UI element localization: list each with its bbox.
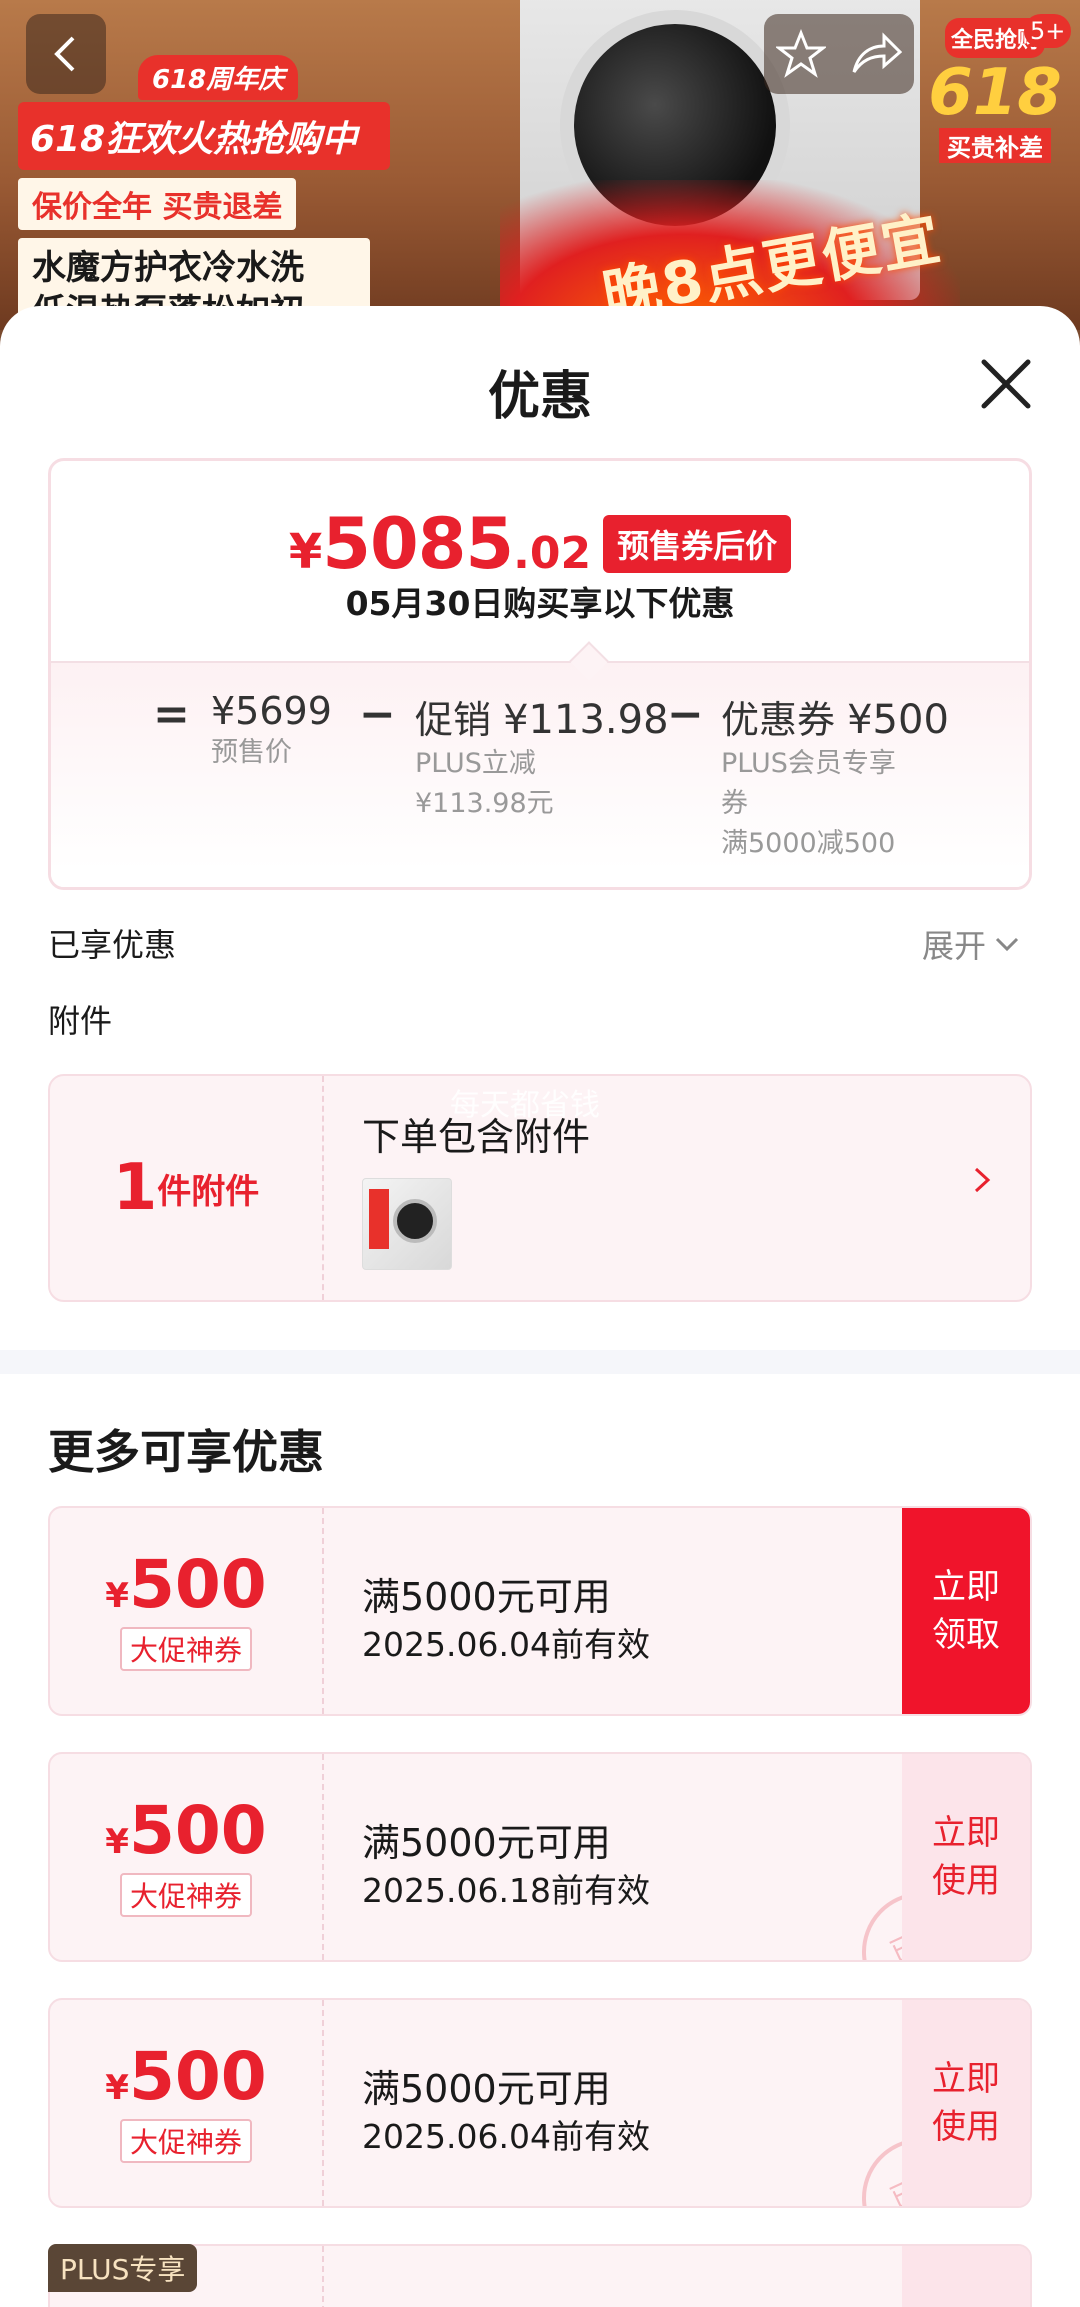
price-card: ¥ 5085 .02 预售券后价 05月30日购买享以下优惠 = ¥5699 预… bbox=[48, 458, 1032, 890]
star-icon[interactable] bbox=[776, 29, 826, 79]
chevron-right-icon[interactable] bbox=[972, 1160, 992, 1204]
equals-sign: = bbox=[153, 689, 190, 740]
coupon-currency: ¥ bbox=[105, 1576, 129, 1616]
accessory-title: 下单包含附件 bbox=[362, 1115, 591, 1159]
coupon-sub-1: PLUS会员专享 bbox=[721, 748, 896, 779]
discount-sheet: 优惠 ¥ 5085 .02 预售券后价 05月30日购买享以下优惠 = ¥569… bbox=[0, 306, 1080, 2307]
coupon-amount: ¥500 bbox=[847, 697, 949, 743]
minus-sign-2: − bbox=[667, 689, 704, 740]
presale-label: 预售价 bbox=[211, 737, 292, 768]
expand-label: 展开 bbox=[922, 927, 987, 965]
use-button-label: 立即使用 bbox=[932, 1813, 1000, 1901]
coupon-discount: 优惠券 ¥500 PLUS会员专享 券 满5000减500 bbox=[721, 689, 949, 864]
claim-button-label: 立即领取 bbox=[932, 1567, 1000, 1655]
final-price: ¥ 5085 .02 预售券后价 bbox=[51, 503, 1029, 585]
coupon-validity: 2025.06.04前有效 bbox=[362, 1625, 650, 1664]
coupon-amount-line: ¥500 bbox=[50, 1546, 322, 1623]
back-button[interactable] bbox=[26, 14, 106, 94]
coupon-currency: ¥ bbox=[105, 1822, 129, 1862]
coupon-value: ¥500 大促神券 bbox=[50, 1754, 324, 1960]
coupon-validity: 2025.06.18前有效 bbox=[362, 1871, 650, 1910]
expand-toggle[interactable]: 展开 bbox=[922, 921, 1020, 967]
coupon-condition: 满5000元可用 bbox=[362, 1821, 611, 1865]
event-618: 618 bbox=[928, 56, 1062, 130]
price-summary: ¥ 5085 .02 预售券后价 05月30日购买享以下优惠 bbox=[51, 461, 1029, 661]
promo-amount: ¥113.98 bbox=[503, 697, 669, 743]
price-integer: 5085 bbox=[322, 503, 514, 585]
use-button-label: 立即使用 bbox=[932, 2059, 1000, 2147]
accessory-thumbnail[interactable] bbox=[362, 1178, 452, 1270]
price-tag: 预售券后价 bbox=[603, 515, 792, 573]
promo-discount: 促销 ¥113.98 PLUS立减 ¥113.98元 bbox=[415, 689, 669, 824]
claim-coupon-button[interactable]: 立即领取 bbox=[902, 1508, 1030, 1714]
coupon-card: ¥500 大促神券 满5000元可用 2025.06.18前有效 已领 立即使用 bbox=[48, 1752, 1032, 1962]
coupon-sub-3: 满5000减500 bbox=[721, 828, 896, 859]
enjoyed-discounts-label: 已享优惠 bbox=[48, 926, 177, 964]
coupon-type-label: 大促神券 bbox=[119, 1873, 252, 1917]
price-description: 05月30日购买享以下优惠 bbox=[345, 584, 735, 623]
coupon-type-label: 大促神券 bbox=[119, 2119, 252, 2163]
use-coupon-button[interactable]: 立即使用 bbox=[902, 2000, 1030, 2206]
close-icon[interactable] bbox=[978, 356, 1034, 412]
action-group bbox=[764, 14, 914, 94]
accessory-unit: 件附件 bbox=[157, 1171, 260, 1212]
accessory-count: 1 件附件 bbox=[50, 1076, 324, 1300]
more-discounts-title: 更多可享优惠 bbox=[48, 1425, 324, 1479]
coupon-type-label: 大促神券 bbox=[119, 1627, 252, 1671]
coupon-currency: ¥ bbox=[105, 2068, 129, 2108]
coupon-amount: 500 bbox=[128, 2038, 267, 2115]
coupon-amount: 500 bbox=[128, 1792, 267, 1869]
chevron-down-icon bbox=[995, 937, 1019, 952]
coupon-condition: 满5000元可用 bbox=[362, 1575, 611, 1619]
coupon-condition: 满5000元可用 bbox=[362, 2067, 611, 2111]
promo-headline: 618狂欢火热抢购中 bbox=[18, 102, 390, 170]
coupon-amount-line: ¥500 bbox=[50, 2038, 322, 2115]
promo-sub-2: ¥113.98元 bbox=[415, 788, 554, 819]
promo-panel: 618周年庆 618狂欢火热抢购中 保价全年 买贵退差 水魔方护衣冷水洗 低温热… bbox=[18, 55, 390, 330]
section-divider bbox=[0, 1350, 1080, 1374]
presale-price: ¥5699 预售价 bbox=[211, 689, 332, 773]
coupon-value: ¥500 大促神券 bbox=[50, 2000, 324, 2206]
promo-sub-1: PLUS立减 bbox=[415, 748, 536, 779]
product-banner: 晚8点更便宜 618周年庆 618狂欢火热抢购中 保价全年 买贵退差 水魔方护衣… bbox=[0, 0, 1080, 330]
accessory-section-label: 附件 bbox=[48, 1002, 113, 1040]
coupon-label: 优惠券 bbox=[721, 698, 836, 742]
price-decimal: .02 bbox=[513, 528, 592, 579]
accessory-card[interactable]: 1 件附件 每天都省钱 下单包含附件 bbox=[48, 1074, 1032, 1302]
price-breakdown: = ¥5699 预售价 − 促销 ¥113.98 PLUS立减 ¥113.98元… bbox=[51, 661, 1029, 887]
promo-line: 促销 ¥113.98 bbox=[415, 689, 669, 744]
minus-sign-1: − bbox=[359, 689, 396, 740]
promo-label: 促销 bbox=[415, 698, 492, 742]
coupon-line: 优惠券 ¥500 bbox=[721, 689, 949, 744]
plus-exclusive-tag: PLUS专享 bbox=[48, 2244, 198, 2292]
coupon-value: ¥500 大促神券 bbox=[50, 1508, 324, 1714]
notification-badge: 5+ bbox=[1024, 14, 1072, 48]
back-icon bbox=[54, 36, 75, 72]
accessory-number: 1 bbox=[112, 1151, 158, 1225]
coupon-amount-line: ¥500 bbox=[50, 1792, 322, 1869]
event-line-3: 买贵补差 bbox=[939, 128, 1051, 163]
price-currency: ¥ bbox=[288, 524, 323, 580]
coupon-card: ¥500 大促神券 满5000元可用 2025.06.04前有效 已领 立即使用 bbox=[48, 1998, 1032, 2208]
anniversary-badge: 618周年庆 bbox=[138, 55, 299, 100]
use-coupon-button[interactable]: 立即使用 bbox=[902, 1754, 1030, 1960]
use-coupon-button[interactable] bbox=[902, 2246, 1030, 2307]
presale-amount: ¥5699 bbox=[211, 689, 332, 733]
sheet-title: 优惠 bbox=[487, 367, 592, 427]
coupon-card: ¥500 大促神券 满5000元可用 2025.06.04前有效 立即领取 bbox=[48, 1506, 1032, 1716]
coupon-amount: 500 bbox=[128, 1546, 267, 1623]
coupon-sub-2: 券 bbox=[721, 788, 748, 819]
coupon-validity: 2025.06.04前有效 bbox=[362, 2117, 650, 2156]
feature-line-1: 水魔方护衣冷水洗 bbox=[32, 248, 304, 288]
price-protection-text: 保价全年 买贵退差 bbox=[18, 178, 297, 230]
share-icon[interactable] bbox=[850, 32, 902, 76]
